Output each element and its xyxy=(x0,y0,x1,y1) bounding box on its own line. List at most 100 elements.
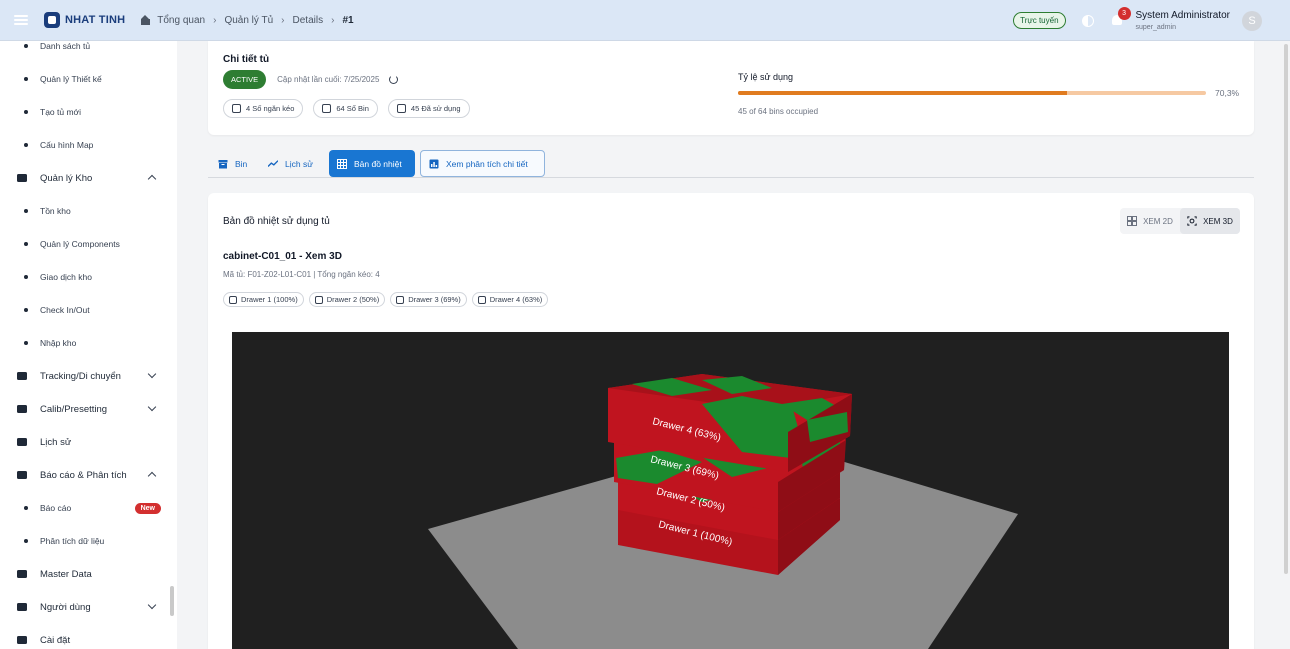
tab-bin[interactable]: Bin xyxy=(210,150,255,177)
3d-viewport[interactable]: Drawer 4 (63%) Drawer 3 (69%) Drawer 2 (… xyxy=(232,332,1229,649)
view-2d-button[interactable]: XEM 2D xyxy=(1120,208,1180,234)
sidebar-item[interactable]: Giao dịch kho xyxy=(0,267,177,287)
sidebar-scrollbar[interactable] xyxy=(170,586,174,616)
gear-icon xyxy=(16,634,28,646)
sidebar-item[interactable]: Nhập kho xyxy=(0,333,177,353)
drawer-chip-label: Drawer 2 (50%) xyxy=(326,295,380,304)
menu-icon[interactable] xyxy=(14,15,28,25)
drawer-count-chip: 4 Số ngăn kéo xyxy=(223,99,304,118)
page-scrollbar[interactable] xyxy=(1284,44,1288,574)
view-2d-label: XEM 2D xyxy=(1143,216,1173,226)
breadcrumb-item-overview[interactable]: Tổng quan xyxy=(157,15,205,26)
tab-heatmap[interactable]: Bản đồ nhiệt xyxy=(329,150,415,177)
archive-icon xyxy=(218,159,228,168)
sidebar-item-label: Người dùng xyxy=(40,601,91,613)
sidebar-item-label: Nhập kho xyxy=(40,338,77,348)
bullet-icon xyxy=(24,77,28,81)
chevron-down-icon[interactable] xyxy=(147,600,157,610)
drawer-chip-label: Drawer 1 (100%) xyxy=(241,295,298,304)
brand-name: NHAT TINH xyxy=(65,14,126,26)
grid-icon xyxy=(1127,216,1138,226)
drawer-icon xyxy=(232,104,241,113)
sidebar-item-label: Master Data xyxy=(40,568,92,580)
sidebar-item[interactable]: Check In/Out xyxy=(0,300,177,320)
tab-label: Lịch sử xyxy=(285,158,313,169)
bullet-icon xyxy=(24,308,28,312)
chevron-right-icon: › xyxy=(213,14,217,26)
sidebar-item[interactable]: Danh sách tủ xyxy=(0,41,177,56)
sidebar-item-label: Tạo tủ mới xyxy=(40,107,82,117)
brand-logo[interactable]: NHAT TINH xyxy=(44,12,125,28)
truck-icon xyxy=(16,370,28,382)
breadcrumb: Tổng quan › Quản lý Tủ › Details › #1 xyxy=(141,14,357,26)
sidebar-item[interactable]: Tracking/Di chuyển xyxy=(0,366,177,386)
user-menu[interactable]: System Administrator super_admin xyxy=(1136,10,1230,31)
sidebar-item[interactable]: Calib/Presetting xyxy=(0,399,177,419)
cabinet-subtitle: Mã tủ: F01-Z02-L01-C01 | Tổng ngăn kéo: … xyxy=(223,270,380,279)
sidebar-item[interactable]: Cấu hình Map xyxy=(0,135,177,155)
sidebar-item[interactable]: Quản lý Thiết kế xyxy=(0,69,177,89)
chevron-down-icon[interactable] xyxy=(147,402,157,412)
heatmap-card: Bản đồ nhiệt sử dụng tủ XEM 2D XEM 3D ca… xyxy=(208,193,1254,649)
sidebar-item[interactable]: Tồn kho xyxy=(0,201,177,221)
sidebar-item-label: Phân tích dữ liệu xyxy=(40,536,105,546)
chip-label: 45 Đã sử dụng xyxy=(410,104,461,113)
chevron-up-icon[interactable] xyxy=(147,174,157,184)
sidebar-item-label: Báo cáo & Phân tích xyxy=(40,469,127,481)
cube-3d-icon xyxy=(1187,216,1197,226)
tab-history[interactable]: Lịch sử xyxy=(260,150,321,177)
sidebar-item[interactable]: Báo cáo New xyxy=(0,498,177,518)
trend-icon xyxy=(268,159,278,167)
avatar[interactable]: S xyxy=(1242,10,1262,31)
chevron-right-icon: › xyxy=(281,14,285,26)
logo-icon xyxy=(44,12,60,28)
sidebar-item[interactable]: Phân tích dữ liệu xyxy=(0,531,177,551)
sidebar-item[interactable]: Quản lý Components xyxy=(0,234,177,254)
sidebar-item[interactable]: Người dùng xyxy=(0,597,177,617)
detail-tabs: Bin Lịch sử Bản đồ nhiệt Xem phân tích c… xyxy=(208,150,1254,178)
sidebar-item[interactable]: Quản lý Kho xyxy=(0,168,177,188)
3d-scene[interactable]: Drawer 4 (63%) Drawer 3 (69%) Drawer 2 (… xyxy=(232,332,1229,649)
chip-label: 4 Số ngăn kéo xyxy=(246,104,295,113)
drawer-chip[interactable]: Drawer 4 (63%) xyxy=(471,292,549,307)
breadcrumb-item-details[interactable]: Details xyxy=(293,15,324,26)
theme-toggle-icon[interactable] xyxy=(1081,14,1094,27)
drawer-icon xyxy=(396,295,405,304)
database-icon xyxy=(16,568,28,580)
sidebar-item[interactable]: Tạo tủ mới xyxy=(0,102,177,122)
drawer-chip[interactable]: Drawer 2 (50%) xyxy=(308,292,386,307)
usage-progress-bar xyxy=(738,91,1206,95)
drawer-chip[interactable]: Drawer 1 (100%) xyxy=(223,292,304,307)
tab-detailed-analysis[interactable]: Xem phân tích chi tiết xyxy=(420,150,545,177)
sidebar-item-label: Báo cáo xyxy=(40,503,72,513)
grid-icon xyxy=(337,158,347,169)
chevron-up-icon[interactable] xyxy=(147,471,157,481)
status-badge: ACTIVE xyxy=(223,70,267,89)
bullet-icon xyxy=(24,506,28,510)
sidebar-item-label: Tồn kho xyxy=(40,206,71,216)
sidebar-item[interactable]: Báo cáo & Phân tích xyxy=(0,465,177,485)
breadcrumb-item-cabinets[interactable]: Quản lý Tủ xyxy=(224,15,273,26)
cabinet-detail-card: Chi tiết tủ ACTIVE Cập nhật lần cuối: 7/… xyxy=(208,41,1254,135)
view-3d-button[interactable]: XEM 3D xyxy=(1180,208,1240,234)
analytics-icon xyxy=(429,159,439,168)
usage-progress-fill xyxy=(738,91,1067,95)
report-icon xyxy=(16,469,28,481)
refresh-icon[interactable] xyxy=(389,75,399,84)
chevron-right-icon: › xyxy=(331,14,335,26)
sidebar-item[interactable]: Cài đặt xyxy=(0,630,177,649)
top-bar: NHAT TINH Tổng quan › Quản lý Tủ › Detai… xyxy=(0,0,1290,41)
sidebar-item-label: Quản lý Kho xyxy=(40,172,93,184)
flask-icon xyxy=(16,403,28,415)
sidebar-item[interactable]: Lịch sử xyxy=(0,432,177,452)
drawer-chip[interactable]: Drawer 3 (69%) xyxy=(390,292,467,307)
sidebar-item-label: Quản lý Thiết kế xyxy=(40,74,102,84)
notifications-button[interactable]: 3 xyxy=(1111,6,1131,27)
chevron-down-icon[interactable] xyxy=(147,369,157,379)
sidebar-item[interactable]: Master Data xyxy=(0,564,177,584)
cabinet-title: cabinet-C01_01 - Xem 3D xyxy=(223,251,342,262)
history-icon xyxy=(16,436,28,448)
usage-title: Tỷ lệ sử dụng xyxy=(738,72,794,82)
drawer-icon xyxy=(314,295,323,304)
bullet-icon xyxy=(24,44,28,48)
